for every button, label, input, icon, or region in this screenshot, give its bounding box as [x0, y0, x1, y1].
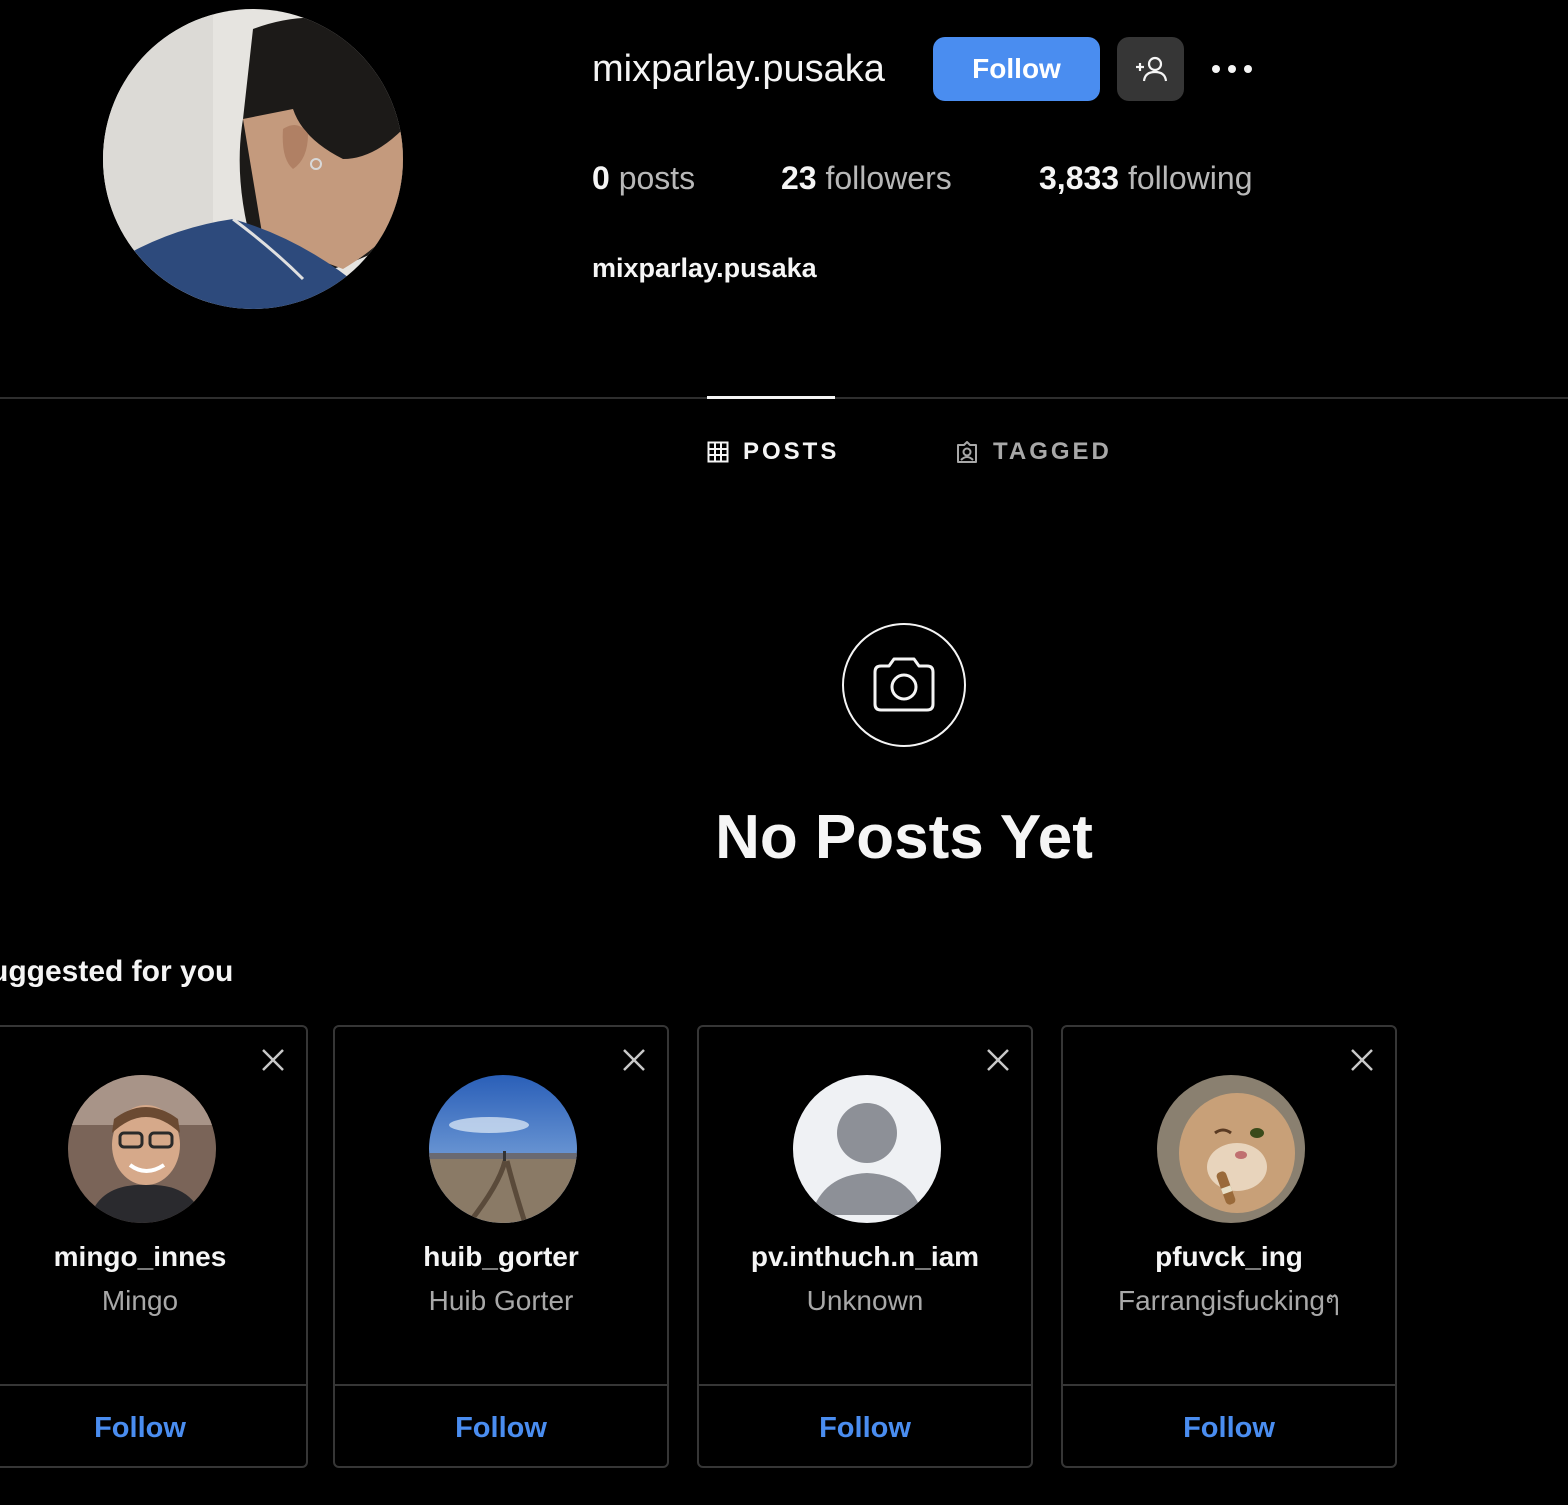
close-icon[interactable] [258, 1045, 288, 1075]
suggestion-avatar[interactable] [429, 1075, 577, 1223]
suggestion-fullname: Mingo [101, 1285, 179, 1316]
suggestion-avatar[interactable] [793, 1075, 941, 1223]
empty-state-title: No Posts Yet [715, 803, 1093, 872]
suggestion-avatar[interactable] [1157, 1075, 1305, 1223]
suggestion-card: mingo_innes Mingo Follow [0, 1025, 308, 1468]
default-avatar-icon [793, 1075, 941, 1223]
more-options-button[interactable] [1205, 50, 1259, 88]
card-divider [699, 1384, 1031, 1386]
suggestion-username[interactable]: pfuvck_ing [1063, 1237, 1395, 1277]
suggest-users-button[interactable] [1117, 37, 1184, 101]
card-divider [0, 1384, 306, 1386]
followers-count-label: followers [825, 160, 952, 196]
close-icon[interactable] [619, 1045, 649, 1075]
tab-posts-label: POSTS [743, 438, 840, 465]
add-person-icon [1135, 56, 1167, 82]
suggestion-card: pv.inthuch.n_iam Unknown Follow [697, 1025, 1033, 1468]
camera-circle [842, 623, 966, 747]
close-icon[interactable] [983, 1045, 1013, 1075]
grid-icon [707, 441, 729, 463]
profile-avatar[interactable] [103, 9, 403, 309]
suggestion-follow-button[interactable]: Follow [1063, 1407, 1395, 1449]
followers-count-link[interactable]: 23 followers [781, 156, 952, 200]
follow-button[interactable]: Follow [933, 37, 1100, 101]
following-count-link[interactable]: 3,833 following [1039, 156, 1252, 200]
camera-icon [873, 657, 935, 712]
profile-full-name: mixparlay.pusaka [592, 253, 817, 283]
close-icon[interactable] [1347, 1045, 1377, 1075]
tab-tagged-label: TAGGED [993, 438, 1112, 465]
posts-count-value: 0 [592, 160, 610, 196]
posts-count-label: posts [618, 160, 696, 196]
profile-page: mixparlay.pusaka Follow 0 posts 23 follo… [0, 0, 1568, 1505]
suggestion-fullname: Unknown [806, 1285, 924, 1316]
profile-username: mixparlay.pusaka [592, 48, 885, 90]
suggestion-fullname: Farrangisfuckingๆ [1117, 1285, 1341, 1316]
tab-posts[interactable]: POSTS [707, 434, 839, 470]
suggestion-fullname: Huib Gorter [428, 1285, 574, 1316]
more-icon [1212, 65, 1252, 73]
suggestion-follow-button[interactable]: Follow [335, 1407, 667, 1449]
suggestion-username[interactable]: pv.inthuch.n_iam [699, 1237, 1031, 1277]
suggestion-username[interactable]: mingo_innes [0, 1237, 306, 1277]
following-count-label: following [1127, 160, 1253, 196]
suggested-title: uggested for you [0, 955, 234, 988]
suggestion-username[interactable]: huib_gorter [335, 1237, 667, 1277]
following-count-value: 3,833 [1039, 160, 1120, 196]
suggestion-follow-button[interactable]: Follow [699, 1407, 1031, 1449]
card-divider [1063, 1384, 1395, 1386]
card-divider [335, 1384, 667, 1386]
suggestion-avatar[interactable] [68, 1075, 216, 1223]
suggestion-card: huib_gorter Huib Gorter Follow [333, 1025, 669, 1468]
active-tab-indicator [707, 396, 835, 399]
suggestion-card: pfuvck_ing Farrangisfuckingๆ Follow [1061, 1025, 1397, 1468]
tagged-icon [957, 441, 977, 463]
followers-count-value: 23 [781, 160, 817, 196]
tab-tagged[interactable]: TAGGED [955, 434, 1112, 470]
suggestion-follow-button[interactable]: Follow [0, 1407, 306, 1449]
posts-count: 0 posts [592, 156, 695, 200]
